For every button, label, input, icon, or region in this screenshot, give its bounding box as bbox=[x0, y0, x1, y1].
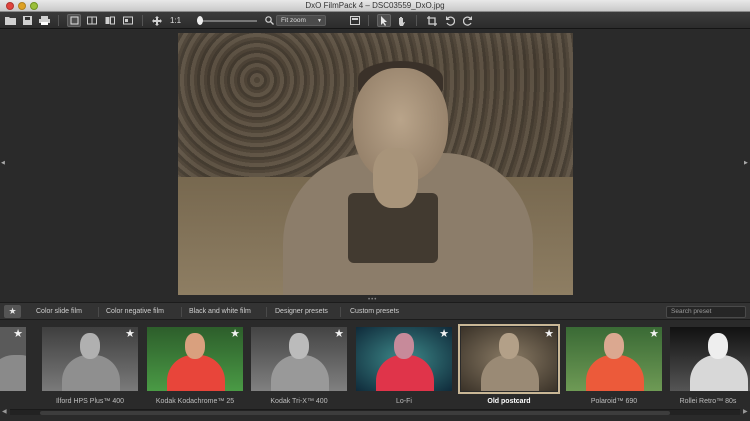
crop-icon[interactable] bbox=[425, 14, 439, 27]
hand-icon[interactable] bbox=[395, 14, 409, 27]
favorite-star-icon[interactable]: ★ bbox=[13, 329, 23, 340]
favorite-star-icon[interactable]: ★ bbox=[125, 329, 135, 340]
toolbar-separator bbox=[142, 15, 143, 26]
zoom-mode-value: Fit zoom bbox=[281, 17, 306, 24]
before-after-icon[interactable] bbox=[85, 14, 99, 27]
zoom-slider[interactable] bbox=[197, 20, 257, 22]
preset-thumbnail-rollei-retro[interactable] bbox=[670, 327, 750, 391]
save-icon[interactable] bbox=[20, 14, 34, 27]
rotate-right-icon[interactable] bbox=[461, 14, 475, 27]
preset-label: Lo-Fi bbox=[396, 398, 412, 405]
zoom-slider-handle[interactable] bbox=[197, 16, 203, 25]
window-title: DxO FilmPack 4 – DSC03559_DxO.jpg bbox=[305, 1, 445, 10]
favorite-star-icon[interactable]: ★ bbox=[230, 329, 240, 340]
single-view-icon[interactable] bbox=[67, 14, 81, 27]
preset-label: Ilford HPS Plus™ 400 bbox=[55, 398, 125, 405]
folder-icon[interactable] bbox=[3, 14, 17, 27]
magnifier-icon bbox=[262, 14, 276, 27]
preset-label: Polaroid™ 690 bbox=[590, 398, 638, 405]
preset-thumbnail-lo-fi[interactable]: ★ bbox=[356, 327, 452, 391]
preset-label: Kodak Kodachrome™ 25 bbox=[155, 398, 235, 405]
preset-label: Kodak Tri-X™ 400 bbox=[270, 398, 328, 405]
rotate-left-icon[interactable] bbox=[443, 14, 457, 27]
right-panel-toggle-icon[interactable]: ▶ bbox=[744, 160, 748, 166]
toolbar: 1:1 Fit zoom ▼ bbox=[0, 12, 750, 29]
move-icon[interactable] bbox=[150, 14, 164, 27]
preset-thumbnail-old-postcard[interactable]: ★ bbox=[458, 324, 560, 394]
pointer-icon[interactable] bbox=[377, 14, 391, 27]
toolbar-separator bbox=[416, 15, 417, 26]
preset-thumbnail-ilford-hps-plus[interactable]: ★ bbox=[42, 327, 138, 391]
preset-thumbnail-kodak-kodachrome[interactable]: ★ bbox=[147, 327, 243, 391]
tab-color-slide-film[interactable]: Color slide film bbox=[36, 303, 82, 321]
zoom-mode-select[interactable]: Fit zoom ▼ bbox=[276, 15, 326, 26]
print-icon[interactable] bbox=[37, 14, 51, 27]
search-preset-input[interactable]: Search preset bbox=[666, 306, 746, 318]
main-photo bbox=[178, 33, 573, 295]
preset-category-bar: ★ Color slide film Color negative film B… bbox=[0, 302, 750, 320]
favorites-star-icon[interactable]: ★ bbox=[4, 305, 21, 318]
tab-separator bbox=[181, 307, 182, 317]
preset-label: Rollei Retro™ 80s bbox=[679, 398, 737, 405]
preset-thumbnail-partial[interactable]: ★ bbox=[0, 327, 26, 391]
toolbar-separator bbox=[58, 15, 59, 26]
favorite-star-icon[interactable]: ★ bbox=[649, 329, 659, 340]
scroll-right-icon[interactable]: ▶ bbox=[743, 408, 748, 415]
tab-separator bbox=[340, 307, 341, 317]
favorite-star-icon[interactable]: ★ bbox=[334, 329, 344, 340]
chevron-down-icon: ▼ bbox=[317, 18, 322, 24]
tab-separator bbox=[98, 307, 99, 317]
favorite-star-icon[interactable]: ★ bbox=[544, 329, 554, 340]
title-bar: DxO FilmPack 4 – DSC03559_DxO.jpg bbox=[0, 0, 750, 12]
filmstrip-scrollbar-thumb[interactable] bbox=[40, 411, 670, 415]
compare-view-icon[interactable] bbox=[121, 14, 135, 27]
scroll-left-icon[interactable]: ◀ bbox=[2, 408, 7, 415]
preset-thumbnail-kodak-tri-x[interactable]: ★ bbox=[251, 327, 347, 391]
tab-designer-presets[interactable]: Designer presets bbox=[275, 303, 328, 321]
tab-custom-presets[interactable]: Custom presets bbox=[350, 303, 399, 321]
split-view-icon[interactable] bbox=[103, 14, 117, 27]
display-icon[interactable] bbox=[348, 14, 362, 27]
toolbar-separator bbox=[368, 15, 369, 26]
preset-thumbnail-polaroid-690[interactable]: ★ bbox=[566, 327, 662, 391]
preset-label-selected: Old postcard bbox=[487, 398, 531, 405]
filmstrip-scrollbar[interactable] bbox=[10, 409, 740, 415]
tab-separator bbox=[266, 307, 267, 317]
zoom-one-to-one-button[interactable]: 1:1 bbox=[170, 14, 181, 27]
tab-color-negative-film[interactable]: Color negative film bbox=[106, 303, 164, 321]
preset-filmstrip: ★ ★ Ilford HPS Plus™ 400 ★ Kodak Kodachr… bbox=[0, 320, 750, 421]
left-panel-toggle-icon[interactable]: ◀ bbox=[1, 160, 5, 166]
favorite-star-icon[interactable]: ★ bbox=[439, 329, 449, 340]
tab-black-and-white-film[interactable]: Black and white film bbox=[189, 303, 251, 321]
